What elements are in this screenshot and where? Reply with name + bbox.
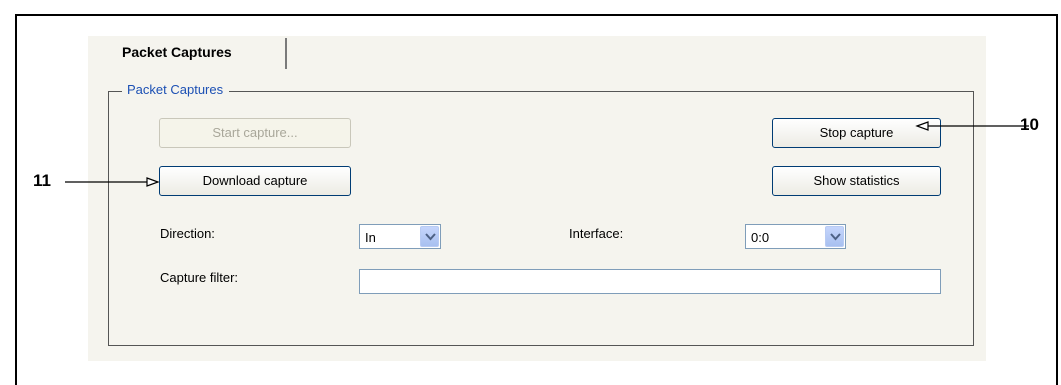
show-statistics-button[interactable]: Show statistics [772, 166, 941, 196]
interface-select-value: 0:0 [751, 230, 770, 245]
callout-number-11: 11 [33, 171, 51, 190]
group-title: Packet Captures [122, 82, 230, 97]
start-capture-button[interactable]: Start capture... [159, 118, 351, 148]
tab-packet-captures[interactable]: Packet Captures [122, 44, 232, 60]
download-capture-button[interactable]: Download capture [159, 166, 351, 196]
capture-filter-label: Capture filter: [160, 270, 239, 285]
callout-arrow-11 [65, 177, 160, 187]
interface-label: Interface: [569, 226, 624, 241]
direction-select[interactable]: In [359, 224, 441, 249]
callout-number-10: 10 [1020, 115, 1039, 134]
chevron-down-icon [825, 226, 844, 247]
chevron-down-icon [420, 226, 439, 247]
capture-filter-input[interactable] [359, 269, 941, 294]
direction-label: Direction: [160, 226, 215, 241]
tab-divider [285, 38, 287, 69]
interface-select[interactable]: 0:0 [745, 224, 846, 249]
direction-select-value: In [365, 230, 376, 245]
callout-arrow-10 [915, 121, 1029, 131]
